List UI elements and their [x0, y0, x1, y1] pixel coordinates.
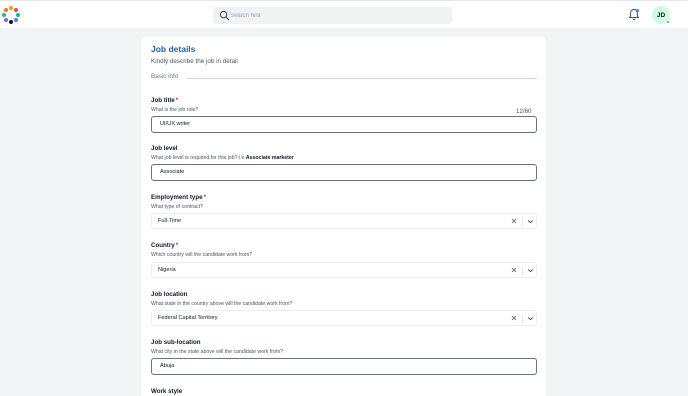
chevron-down-icon[interactable]	[526, 314, 535, 323]
logo-dot	[9, 6, 13, 10]
job-sublocation-label: Job sub-location	[151, 339, 201, 346]
logo-dot	[2, 13, 6, 17]
logo-dot	[14, 18, 18, 22]
avatar[interactable]: JD	[652, 6, 670, 24]
job-sublocation-input[interactable]: Abuja	[151, 358, 537, 375]
job-title-label-text: Job title	[151, 97, 175, 104]
job-location-value: Federal Capital Territory	[158, 315, 218, 321]
avatar-initials: JD	[656, 11, 666, 19]
page-title: Job details	[151, 44, 196, 54]
employment-type-label-text: Employment type	[151, 194, 203, 201]
clear-icon[interactable]	[509, 313, 519, 323]
employment-type-label: Employment type*	[151, 194, 206, 201]
logo-dot	[16, 13, 20, 17]
search-bar[interactable]	[213, 7, 452, 24]
select-separator	[522, 217, 523, 226]
select-separator	[522, 266, 523, 275]
top-bar: JD	[0, 0, 688, 28]
search-icon	[219, 10, 230, 21]
employment-type-select[interactable]: Full-Time	[151, 213, 537, 229]
job-details-card: Job details Kindly describe the job in d…	[141, 37, 546, 396]
country-value: Nigeria	[158, 267, 176, 273]
search-input[interactable]	[230, 8, 445, 23]
job-level-label: Job level	[151, 145, 178, 152]
job-title-hint: What is the job role?	[151, 107, 199, 113]
country-select[interactable]: Nigeria	[151, 262, 537, 278]
job-title-char-counter: 12/60	[516, 108, 532, 115]
online-status-dot	[666, 20, 670, 24]
logo-dot	[4, 8, 8, 12]
job-location-hint: What state in the country above will the…	[151, 301, 293, 307]
chevron-down-icon[interactable]	[526, 266, 535, 275]
country-label-text: Country	[151, 242, 175, 249]
employment-type-value: Full-Time	[158, 218, 182, 224]
country-label: Country*	[151, 242, 178, 249]
job-location-label: Job location	[151, 291, 188, 298]
page-subtitle: Kindly describe the job in detail	[151, 58, 238, 65]
select-separator	[522, 314, 523, 323]
work-style-label: Work style	[151, 388, 183, 395]
job-sublocation-hint: What city in the state above will the ca…	[151, 349, 284, 355]
required-mark: *	[175, 97, 179, 104]
required-mark: *	[203, 194, 206, 201]
job-level-input[interactable]: Associate	[151, 164, 537, 181]
section-divider	[187, 78, 537, 79]
logo[interactable]	[2, 6, 20, 24]
logo-dot	[14, 8, 18, 12]
job-location-select[interactable]: Federal Capital Territory	[151, 310, 537, 326]
logo-dot	[4, 18, 8, 22]
job-level-hint: What job level is required for this job?…	[151, 155, 294, 161]
clear-icon[interactable]	[509, 265, 519, 275]
bell-icon[interactable]	[628, 8, 640, 21]
chevron-down-icon[interactable]	[526, 217, 535, 226]
country-hint: Which country will the candidate work fr…	[151, 252, 253, 258]
job-title-input[interactable]: UI/UX writer	[151, 116, 537, 133]
required-mark: *	[175, 242, 179, 249]
logo-dot	[9, 20, 13, 24]
clear-icon[interactable]	[509, 216, 519, 226]
job-title-label: Job title*	[151, 97, 178, 104]
section-label: Basic info	[151, 73, 179, 80]
employment-type-hint: What type of contract?	[151, 204, 203, 210]
job-level-hint-example: Associate marketer	[245, 155, 294, 161]
job-level-hint-text: What job level is required for this job?…	[151, 155, 246, 161]
